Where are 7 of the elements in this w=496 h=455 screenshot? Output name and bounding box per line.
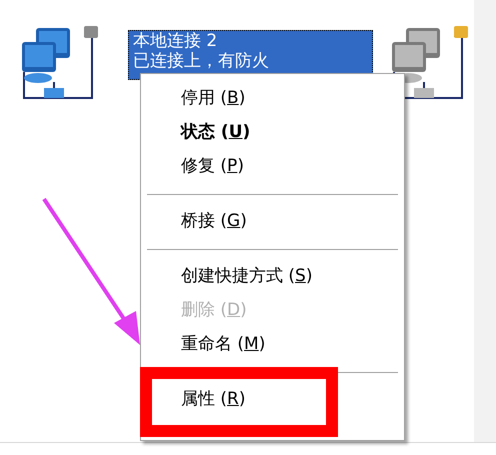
menu-item[interactable]: 属性 (R) <box>141 383 404 417</box>
menu-item[interactable]: 状态 (U) <box>141 116 404 150</box>
menu-item[interactable]: 修复 (P) <box>141 150 404 184</box>
menu-item[interactable]: 桥接 (G) <box>141 205 404 239</box>
menu-item[interactable]: 重命名 (M) <box>141 328 404 362</box>
menu-item[interactable]: 创建快捷方式 (S) <box>141 260 404 294</box>
menu-item[interactable]: 停用 (B) <box>141 82 404 116</box>
